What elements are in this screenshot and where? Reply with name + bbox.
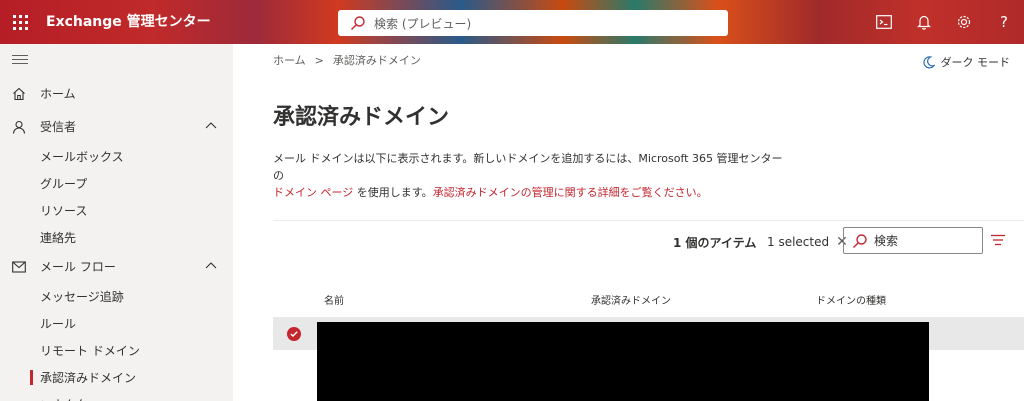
description-text-mid: を使用します。: [353, 186, 433, 199]
item-count: 1 個のアイテム: [673, 236, 757, 250]
cloud-shell-button[interactable]: [864, 0, 904, 44]
checkmark-icon[interactable]: [287, 327, 301, 341]
sidebar-item-mailboxes[interactable]: メールボックス: [0, 143, 233, 170]
redacted-area: [317, 322, 929, 401]
global-search-input[interactable]: 検索 (プレビュー): [338, 10, 728, 36]
sidebar-item-label: 受信者: [40, 120, 77, 134]
breadcrumb-separator: >: [314, 53, 324, 67]
bell-icon: [917, 15, 931, 30]
page-description: メール ドメインは以下に表示されます。新しいドメインを追加するには、Micros…: [273, 150, 793, 201]
settings-button[interactable]: [944, 0, 984, 44]
app-launcher-button[interactable]: [0, 0, 40, 44]
sidebar: ホーム 受信者 メールボックス グループ リソース 連絡先 メール フロー メッ…: [0, 44, 233, 401]
learn-more-link[interactable]: 承認済みドメインの管理に関する詳細をご覧ください。: [433, 186, 708, 199]
global-search-placeholder: 検索 (プレビュー): [374, 16, 472, 31]
terminal-icon: [876, 15, 892, 29]
sidebar-item-remote-domains[interactable]: リモート ドメイン: [0, 337, 233, 364]
home-icon: [11, 86, 27, 102]
dark-mode-label: ダーク モード: [940, 56, 1011, 69]
column-header-domain-type[interactable]: ドメインの種類: [816, 292, 886, 307]
waffle-icon: [12, 14, 28, 30]
sidebar-item-home[interactable]: ホーム: [0, 80, 233, 107]
page-title: 承認済みドメイン: [273, 105, 450, 130]
sidebar-item-resources[interactable]: リソース: [0, 197, 233, 224]
breadcrumb: ホーム > 承認済みドメイン: [273, 52, 421, 68]
search-icon: [853, 233, 867, 248]
gear-icon: [957, 15, 971, 29]
app-title[interactable]: Exchange 管理センター: [46, 0, 211, 44]
moon-icon: [922, 55, 935, 68]
sidebar-item-recipients[interactable]: 受信者: [0, 113, 233, 140]
sidebar-item-connectors[interactable]: コネクタ: [0, 391, 233, 401]
help-icon: ?: [1000, 13, 1008, 31]
person-icon: [11, 119, 27, 135]
help-button[interactable]: ?: [984, 0, 1024, 44]
sidebar-item-label: ホーム: [40, 87, 76, 101]
notifications-button[interactable]: [904, 0, 944, 44]
selection-status: 1 selected ✕: [767, 234, 848, 250]
dark-mode-toggle[interactable]: ダーク モード: [922, 54, 1011, 70]
filter-icon[interactable]: [991, 234, 1005, 246]
search-icon: [351, 16, 365, 30]
divider: [273, 220, 1024, 221]
collapse-nav-button[interactable]: [12, 55, 28, 67]
sidebar-item-label: メール フロー: [40, 260, 116, 274]
breadcrumb-current: 承認済みドメイン: [332, 54, 421, 67]
column-header-accepted-domain[interactable]: 承認済みドメイン: [591, 292, 671, 307]
list-search-placeholder: 検索: [874, 234, 899, 248]
domains-page-link[interactable]: ドメイン ページ: [273, 186, 353, 199]
sidebar-item-rules[interactable]: ルール: [0, 310, 233, 337]
sidebar-item-accepted-domains[interactable]: 承認済みドメイン: [0, 364, 233, 391]
mail-icon: [11, 259, 27, 275]
chevron-up-icon: [205, 262, 217, 269]
sidebar-item-groups[interactable]: グループ: [0, 170, 233, 197]
list-search-input[interactable]: 検索: [843, 227, 983, 254]
column-header-name[interactable]: 名前: [324, 292, 344, 307]
top-bar: Exchange 管理センター 検索 (プレビュー) ?: [0, 0, 1024, 44]
breadcrumb-home[interactable]: ホーム: [273, 52, 306, 68]
selected-count: 1 selected: [767, 235, 830, 249]
chevron-up-icon: [205, 122, 217, 129]
sidebar-item-message-trace[interactable]: メッセージ追跡: [0, 283, 233, 310]
sidebar-item-mail-flow[interactable]: メール フロー: [0, 253, 233, 280]
description-text: メール ドメインは以下に表示されます。新しいドメインを追加するには、Micros…: [273, 152, 783, 182]
sidebar-item-contacts[interactable]: 連絡先: [0, 224, 233, 251]
